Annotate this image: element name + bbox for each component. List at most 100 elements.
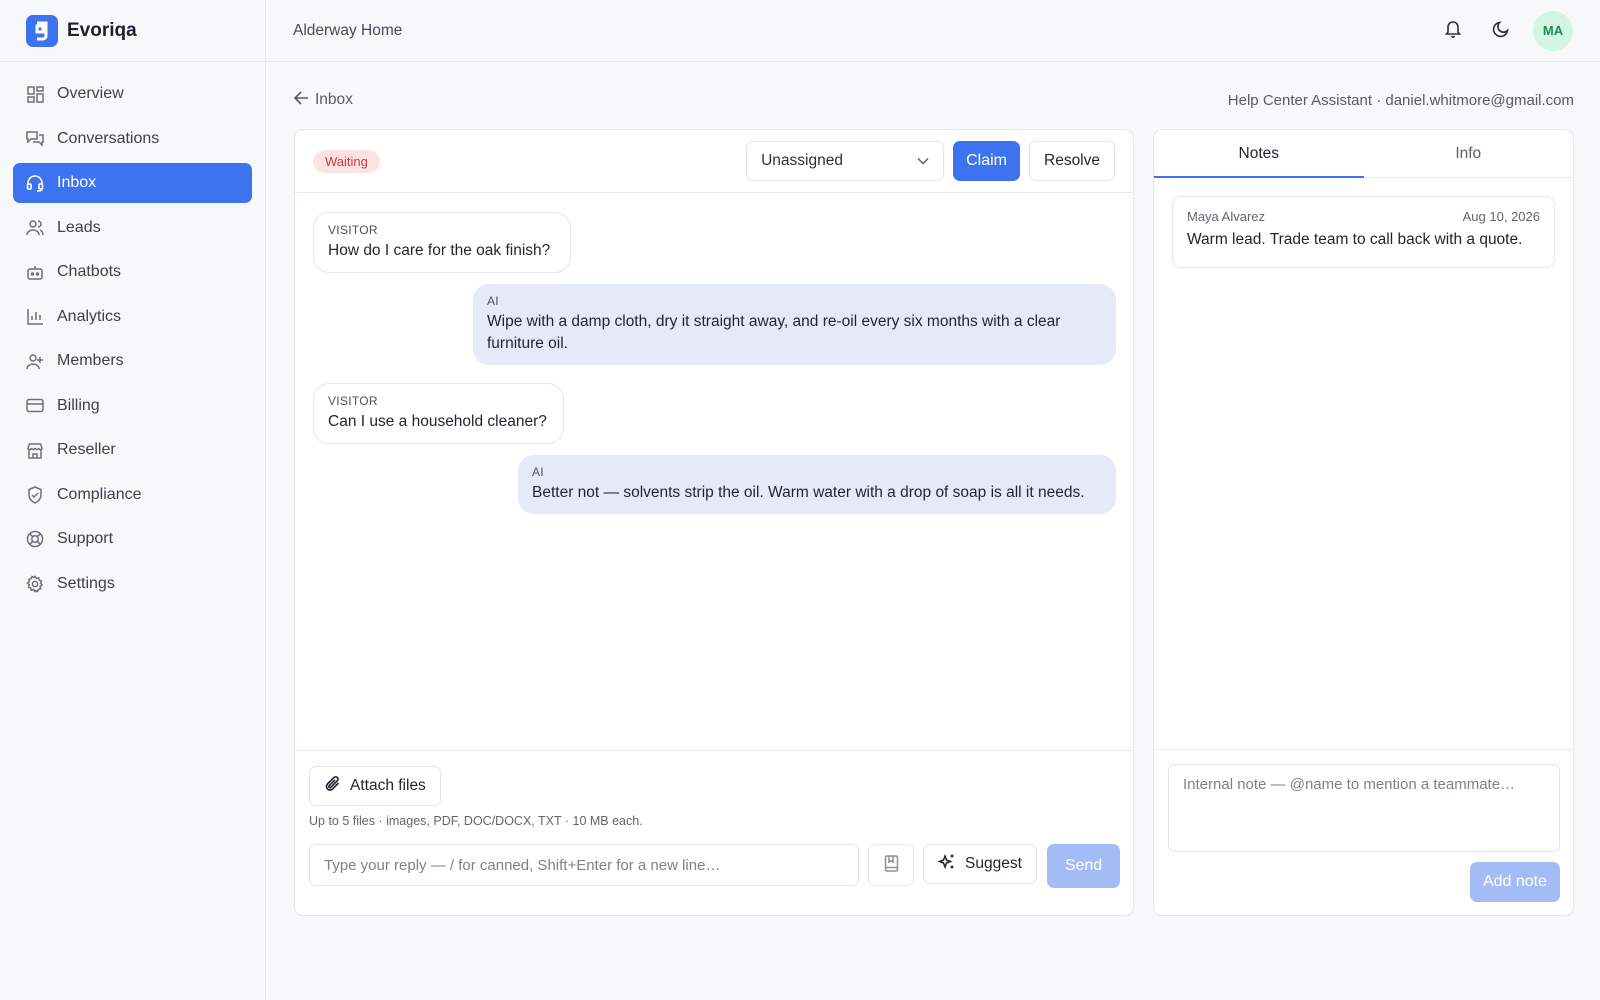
attach-label: Attach files [350,777,426,794]
sidebar-item-label: Billing [57,396,100,414]
message-ai: AI Better not — solvents strip the oil. … [518,455,1116,514]
message-text: Can I use a household cleaner? [328,413,547,430]
top-header: Alderway Home MA [266,0,1600,62]
sidebar-item-conversations[interactable]: Conversations [13,119,252,159]
reply-composer: Attach files Up to 5 files · images, PDF… [295,750,1133,915]
bell-icon [1444,19,1462,42]
bot-icon [26,263,44,281]
theme-toggle-button[interactable] [1481,11,1521,51]
chat-icon [26,130,44,148]
assignee-select[interactable]: Unassigned [746,141,945,181]
claim-button[interactable]: Claim [953,141,1020,181]
sidebar-item-label: Compliance [57,485,142,503]
status-badge: Waiting [313,149,380,173]
note-card: Maya Alvarez Aug 10, 2026 Warm lead. Tra… [1172,196,1555,268]
paperclip-icon [324,775,341,797]
bookmark-book-icon [884,854,899,876]
message-text: Wipe with a damp cloth, dry it straight … [487,313,1061,352]
avatar[interactable]: MA [1533,10,1573,51]
card-icon [26,397,44,415]
conversation-panel: Waiting Unassigned Claim Resolve VISITOR… [294,129,1134,916]
users-icon [26,219,44,237]
sidebar-item-overview[interactable]: Overview [13,74,252,114]
sidebar-item-label: Chatbots [57,263,122,280]
sidebar-item-inbox[interactable]: Inbox [13,163,252,203]
sparkles-icon [937,853,956,876]
grid-icon [26,85,44,103]
add-note-button[interactable]: Add note [1469,862,1560,902]
sidebar-item-leads[interactable]: Leads [13,208,252,248]
message-text: How do I care for the oak finish? [328,242,551,259]
message-sender: AI [487,294,499,308]
breadcrumb: Inbox Help Center Assistant · daniel.whi… [293,86,1574,114]
note-author: Maya Alvarez [1187,209,1266,224]
sidebar-item-label: Leads [57,218,101,236]
message-text: Better not — solvents strip the oil. War… [532,484,1085,501]
note-meta: Maya Alvarez Aug 10, 2026 [1187,209,1540,224]
reply-input[interactable] [309,844,859,886]
workspace-name: Alderway Home [293,21,403,39]
assignee-value: Unassigned [761,152,843,169]
brand-logo-icon [26,14,58,47]
message-visitor: VISITOR Can I use a household cleaner? [313,383,564,444]
sidebar-item-label: Analytics [57,307,122,325]
sidebar-item-label: Support [57,530,114,547]
canned-responses-button[interactable] [868,844,914,886]
note-composer: Add note [1154,749,1573,915]
attach-files-button[interactable]: Attach files [309,766,441,806]
gear-icon [26,574,44,593]
sidebar-nav: Overview Conversations Inbox Leads Chatb… [0,62,265,620]
chart-icon [26,308,44,326]
message-visitor: VISITOR How do I care for the oak finish… [313,212,571,273]
sidebar-item-label: Members [57,352,124,369]
chevron-down-icon [917,157,929,165]
lifebuoy-icon [26,530,44,548]
store-icon [26,441,44,459]
message-sender: VISITOR [328,394,378,408]
side-tabs: Notes Info [1154,130,1573,178]
moon-icon [1492,20,1510,42]
sidebar-item-analytics[interactable]: Analytics [13,297,252,337]
note-date: Aug 10, 2026 [1462,209,1540,224]
header-actions: MA [1433,10,1573,51]
back-label: Inbox [315,91,353,108]
sidebar-item-label: Conversations [57,129,160,147]
sidebar-item-label: Settings [57,574,115,592]
conversation-actions: Unassigned Claim Resolve [746,141,1115,181]
back-to-inbox-link[interactable]: Inbox [293,90,353,110]
sidebar-item-label: Overview [57,85,124,102]
notifications-button[interactable] [1433,11,1473,51]
sidebar: Evoriqa Overview Conversations Inbox Lea… [0,0,266,1000]
sidebar-item-support[interactable]: Support [13,519,252,559]
shield-icon [26,485,44,504]
note-text: Warm lead. Trade team to call back with … [1187,231,1523,248]
sidebar-item-compliance[interactable]: Compliance [13,475,252,515]
suggest-button[interactable]: Suggest [923,844,1037,884]
sidebar-item-settings[interactable]: Settings [13,564,252,604]
tab-notes[interactable]: Notes [1154,130,1364,178]
attach-hint: Up to 5 files · images, PDF, DOC/DOCX, T… [309,814,643,828]
suggest-label: Suggest [965,855,1022,872]
tab-info[interactable]: Info [1364,130,1574,177]
headset-icon [26,174,44,192]
message-list: VISITOR How do I care for the oak finish… [295,194,1133,752]
sidebar-item-label: Reseller [57,441,116,458]
user-plus-icon [26,352,44,370]
message-ai: AI Wipe with a damp cloth, dry it straig… [473,284,1116,365]
sidebar-item-members[interactable]: Members [13,341,252,381]
sidebar-item-chatbots[interactable]: Chatbots [13,252,252,292]
brand[interactable]: Evoriqa [0,0,265,62]
assistant-info: Help Center Assistant · daniel.whitmore@… [1227,91,1574,109]
notes-panel: Notes Info Maya Alvarez Aug 10, 2026 War… [1153,129,1574,916]
sidebar-item-billing[interactable]: Billing [13,386,252,426]
sidebar-item-label: Inbox [57,174,97,191]
message-sender: AI [532,465,544,479]
resolve-button[interactable]: Resolve [1029,141,1115,181]
arrow-left-icon [293,90,309,110]
internal-note-input[interactable] [1168,764,1560,852]
send-button[interactable]: Send [1047,844,1120,888]
conversation-header: Waiting Unassigned Claim Resolve [295,130,1133,193]
brand-name: Evoriqa [67,19,137,41]
sidebar-item-reseller[interactable]: Reseller [13,430,252,470]
message-sender: VISITOR [328,223,378,237]
